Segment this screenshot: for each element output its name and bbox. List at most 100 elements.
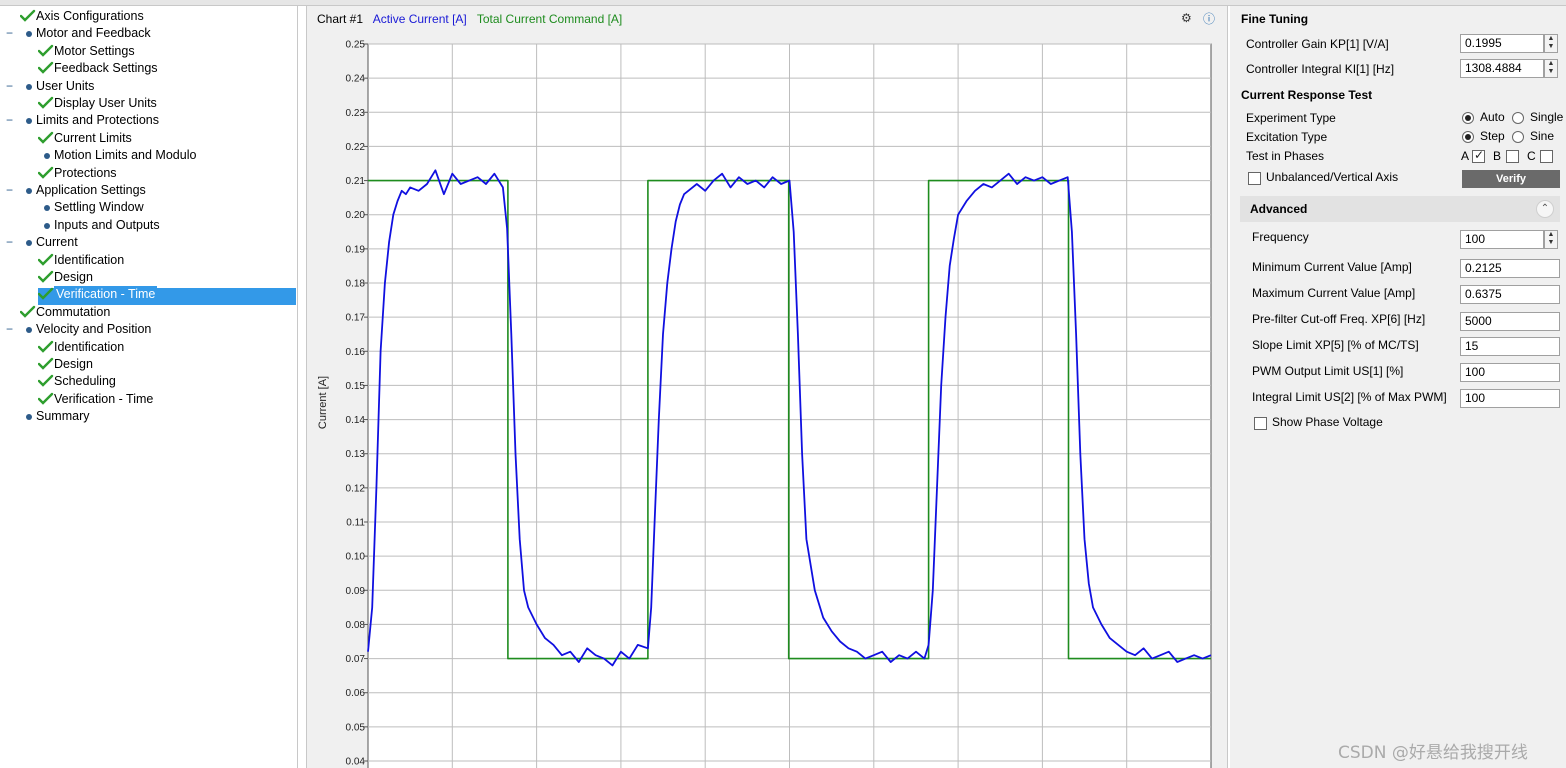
tree-item[interactable]: − Motor and Feedback bbox=[0, 25, 296, 42]
tree-item-label: Identification bbox=[54, 339, 125, 354]
tree-item-label: Application Settings bbox=[36, 183, 146, 197]
tree-item[interactable]: − Limits and Protections bbox=[0, 112, 296, 129]
min-current-input[interactable]: 0.2125 bbox=[1460, 259, 1560, 278]
y-tick-label: 0.13 bbox=[346, 449, 366, 460]
frequency-spinner[interactable]: ▲ ▼ bbox=[1544, 230, 1558, 249]
y-tick-label: 0.25 bbox=[346, 40, 366, 51]
tree-item-label: Current Limits bbox=[54, 130, 132, 145]
tree-item[interactable]: Design bbox=[0, 356, 296, 373]
tree-item-label: Verification - Time bbox=[54, 286, 158, 304]
checkmark-icon bbox=[20, 305, 36, 318]
slope-limit-input[interactable]: 15 bbox=[1460, 337, 1560, 356]
y-axis-label: Current [A] bbox=[317, 376, 329, 429]
ki-spinner[interactable]: ▲ ▼ bbox=[1544, 59, 1558, 78]
tree-item[interactable]: Inputs and Outputs bbox=[0, 217, 296, 234]
tree-item[interactable]: Current Limits bbox=[0, 130, 296, 147]
checkmark-icon bbox=[38, 392, 54, 405]
tree-item[interactable]: Scheduling bbox=[0, 373, 296, 390]
show-phase-voltage-checkbox[interactable] bbox=[1254, 417, 1267, 430]
max-current-label: Maximum Current Value [Amp] bbox=[1252, 286, 1416, 300]
status-dot-icon bbox=[26, 31, 32, 38]
tree-item[interactable]: Motor Settings bbox=[0, 43, 296, 60]
tree-item[interactable]: Axis Configurations bbox=[0, 8, 296, 25]
tree-item-label: Motor Settings bbox=[54, 43, 135, 58]
prefilter-input[interactable]: 5000 bbox=[1460, 312, 1560, 331]
integral-limit-label: Integral Limit US[2] [% of Max PWM] bbox=[1252, 390, 1447, 404]
y-tick-label: 0.21 bbox=[346, 176, 366, 187]
tree-item[interactable]: Verification - Time bbox=[0, 286, 296, 304]
phase-c-checkbox[interactable] bbox=[1540, 150, 1553, 163]
tree-item[interactable]: − Velocity and Position bbox=[0, 321, 296, 338]
collapse-minus-icon[interactable]: − bbox=[6, 112, 13, 128]
collapse-minus-icon[interactable]: − bbox=[6, 321, 13, 337]
collapse-minus-icon[interactable]: − bbox=[6, 234, 13, 250]
checkmark-icon bbox=[38, 166, 54, 179]
excitation-step-radio[interactable] bbox=[1462, 131, 1474, 143]
tree-item[interactable]: Design bbox=[0, 269, 296, 286]
ki-label: Controller Integral KI[1] [Hz] bbox=[1246, 62, 1395, 76]
y-tick-label: 0.08 bbox=[346, 620, 366, 631]
frequency-input[interactable]: 100 bbox=[1460, 230, 1544, 249]
tree-item[interactable]: Identification bbox=[0, 252, 296, 269]
chart-pane: Chart #1 Active Current [A] Total Curren… bbox=[306, 6, 1228, 768]
max-current-input[interactable]: 0.6375 bbox=[1460, 285, 1560, 304]
tree-item[interactable]: Protections bbox=[0, 165, 296, 182]
status-dot-icon bbox=[26, 414, 32, 421]
phase-b-label: B bbox=[1493, 149, 1502, 163]
status-dot-icon bbox=[26, 327, 32, 334]
tree-item[interactable]: Display User Units bbox=[0, 95, 296, 112]
tree-item[interactable]: Motion Limits and Modulo bbox=[0, 147, 296, 164]
tree-item-label: Design bbox=[54, 357, 93, 371]
tuning-panel: Fine Tuning Controller Gain KP[1] [V/A] … bbox=[1230, 6, 1566, 768]
slope-limit-label: Slope Limit XP[5] [% of MC/TS] bbox=[1252, 338, 1419, 352]
checkmark-icon bbox=[38, 131, 54, 144]
status-dot-icon bbox=[26, 240, 32, 247]
advanced-title: Advanced bbox=[1250, 202, 1308, 216]
pwm-limit-input[interactable]: 100 bbox=[1460, 363, 1560, 382]
collapse-minus-icon[interactable]: − bbox=[6, 78, 13, 94]
chart-plot[interactable]: 0.25 0.24 0.23 0.22 0.21 0.20 0.19 0.18 0.17 0.16… bbox=[307, 6, 1229, 768]
ki-input[interactable]: 1308.4884 bbox=[1460, 59, 1544, 78]
tree-item[interactable]: − Current bbox=[0, 234, 296, 251]
kp-input[interactable]: 0.1995 bbox=[1460, 34, 1544, 53]
phase-a-checkbox[interactable] bbox=[1472, 148, 1485, 163]
y-tick-label: 0.19 bbox=[346, 244, 366, 255]
tree-item[interactable]: − User Units bbox=[0, 78, 296, 95]
y-tick-label: 0.09 bbox=[346, 586, 366, 597]
status-dot-icon bbox=[44, 153, 50, 160]
tree-item[interactable]: Summary bbox=[0, 408, 296, 425]
tree-item[interactable]: − Application Settings bbox=[0, 182, 296, 199]
collapse-chevron-icon[interactable]: ⌃ bbox=[1536, 200, 1554, 218]
excitation-type-label: Excitation Type bbox=[1246, 130, 1328, 144]
response-test-title: Current Response Test bbox=[1241, 88, 1373, 102]
tree-item[interactable]: Identification bbox=[0, 339, 296, 356]
experiment-auto-radio[interactable] bbox=[1462, 112, 1474, 124]
excitation-sine-radio[interactable] bbox=[1512, 131, 1524, 143]
tree-item-label: Limits and Protections bbox=[36, 113, 159, 128]
tree-item[interactable]: Commutation bbox=[0, 304, 296, 321]
experiment-single-radio[interactable] bbox=[1512, 112, 1524, 124]
phase-b-checkbox[interactable] bbox=[1506, 150, 1519, 163]
y-tick-label: 0.10 bbox=[346, 552, 366, 563]
experiment-type-label: Experiment Type bbox=[1246, 111, 1336, 125]
y-tick-label: 0.17 bbox=[346, 313, 366, 324]
checkmark-icon bbox=[38, 96, 54, 109]
y-tick-label: 0.18 bbox=[346, 279, 366, 290]
tree-item-label: User Units bbox=[36, 78, 95, 93]
tree-item[interactable]: Settling Window bbox=[0, 199, 296, 216]
advanced-section-header[interactable]: Advanced ⌃ bbox=[1240, 196, 1560, 222]
pwm-limit-label: PWM Output Limit US[1] [%] bbox=[1252, 364, 1404, 378]
y-tick-label: 0.06 bbox=[346, 688, 366, 699]
integral-limit-input[interactable]: 100 bbox=[1460, 389, 1560, 408]
kp-spinner[interactable]: ▲ ▼ bbox=[1544, 34, 1558, 53]
collapse-minus-icon[interactable]: − bbox=[6, 182, 13, 198]
unbalanced-checkbox[interactable] bbox=[1248, 172, 1261, 185]
checkmark-icon bbox=[20, 9, 36, 22]
kp-label: Controller Gain KP[1] [V/A] bbox=[1246, 37, 1389, 51]
collapse-minus-icon[interactable]: − bbox=[6, 25, 13, 41]
tree-item-label: Current bbox=[36, 235, 78, 250]
tree-item[interactable]: Verification - Time bbox=[0, 391, 296, 408]
verify-button[interactable]: Verify bbox=[1462, 170, 1560, 188]
tree-item[interactable]: Feedback Settings bbox=[0, 60, 296, 77]
tree-item-label: Feedback Settings bbox=[54, 61, 158, 76]
